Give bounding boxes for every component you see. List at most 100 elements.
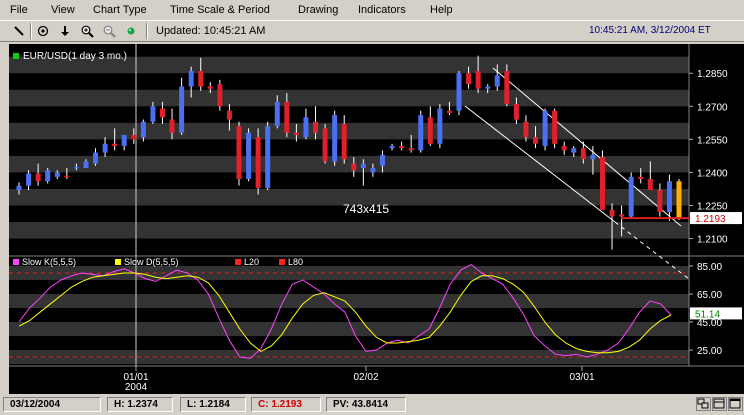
candle-body: [73, 166, 79, 169]
candle-body: [351, 163, 357, 171]
toolbar: Updated: 10:45:21 AM 10:45:21 AM, 3/12/2…: [0, 20, 744, 42]
candle-body: [150, 106, 156, 122]
chart-area[interactable]: 1.2850 1.2700 1.2550 1.2400 1.2250 1.2100 01/0…: [9, 44, 744, 394]
indicator-tick-label: 85.00: [697, 262, 722, 273]
candle-body: [16, 185, 22, 191]
price-tick-label: 1.2850: [697, 69, 728, 80]
clock-label: 10:45:21 AM, 3/12/2004 ET: [589, 25, 711, 36]
price-tick-label: 1.2250: [697, 202, 728, 213]
status-bar: 03/12/2004 H: 1.2374 L: 1.2184 C: 1.2193…: [0, 394, 744, 415]
candle-body: [131, 134, 137, 140]
candle-body: [408, 148, 414, 151]
price-band: [9, 222, 689, 239]
candle-body: [246, 132, 252, 180]
price-tick-label: 1.2700: [697, 102, 728, 113]
candle-body: [494, 75, 500, 87]
candle-body: [274, 101, 280, 127]
candle-body: [188, 71, 194, 87]
candle-body: [284, 101, 290, 133]
chart-title: EUR/USD(1 day 3 mo.): [23, 51, 127, 62]
candle-body: [609, 209, 615, 217]
menu-time-scale[interactable]: Time Scale & Period: [170, 4, 270, 16]
candle-body: [207, 86, 213, 89]
green-dot-icon[interactable]: [122, 23, 140, 39]
line-draw-icon[interactable]: [10, 23, 28, 39]
candle-body: [93, 152, 99, 164]
candle-body: [427, 117, 433, 144]
menu-file[interactable]: File: [10, 4, 28, 16]
candle-body: [313, 121, 319, 133]
candle-body: [169, 119, 175, 133]
candle-body: [236, 126, 242, 180]
chart-canvas[interactable]: 1.28501.27001.25501.24001.22501.210001/0…: [9, 44, 744, 394]
legend-label: Slow D(5,5,5): [124, 257, 179, 267]
zoom-in-icon[interactable]: [78, 23, 96, 39]
maximize-chart-icon[interactable]: [728, 397, 743, 411]
candle-body: [389, 145, 395, 149]
status-close: C: 1.2193: [251, 397, 321, 412]
candle-body: [676, 181, 682, 219]
menu-view[interactable]: View: [51, 4, 75, 16]
candle-body: [590, 154, 596, 160]
legend-label: L80: [288, 257, 303, 267]
status-low: L: 1.2184: [180, 397, 246, 412]
legend-label: L20: [244, 257, 259, 267]
legend-label: Slow K(5,5,5): [22, 257, 76, 267]
cascade-windows-icon[interactable]: [712, 397, 727, 411]
down-arrow-icon[interactable]: [56, 23, 74, 39]
candle-body: [485, 86, 491, 89]
price-tick-label: 1.2400: [697, 168, 728, 179]
candle-body: [571, 148, 577, 153]
candle-body: [293, 132, 299, 135]
indicator-tick-label: 65.00: [697, 290, 722, 301]
candle-body: [121, 134, 127, 146]
candle-body: [379, 154, 385, 166]
candle-body: [523, 121, 529, 138]
tile-windows-icon[interactable]: [696, 397, 711, 411]
candle-body: [456, 73, 462, 111]
candle-body: [647, 179, 653, 191]
candle-body: [437, 108, 443, 144]
updated-label: Updated: 10:45:21 AM: [156, 25, 266, 37]
menu-drawing[interactable]: Drawing: [298, 4, 338, 16]
price-band: [9, 89, 689, 107]
candle-body: [64, 175, 70, 178]
last-price-label: 1.2193: [695, 214, 726, 225]
date-tick-label: 2004: [125, 382, 148, 393]
menu-bar: File View Chart Type Time Scale & Period…: [0, 0, 744, 20]
candle-body: [580, 148, 586, 160]
legend-marker: [13, 259, 19, 265]
menu-help[interactable]: Help: [430, 4, 453, 16]
legend-marker: [279, 259, 285, 265]
toolbar-separator: [30, 23, 32, 39]
candle-body: [561, 145, 567, 151]
candle-body: [466, 73, 472, 85]
price-band: [9, 155, 689, 173]
status-pv: PV: 43.8414: [326, 397, 406, 412]
candle-body: [360, 163, 366, 169]
indicator-tick-label: 25.00: [697, 346, 722, 357]
toolbar-separator: [146, 23, 148, 39]
candle-body: [628, 176, 634, 217]
candle-body: [542, 110, 548, 146]
candle-body: [513, 104, 519, 120]
title-marker: [13, 53, 19, 59]
candle-body: [159, 108, 165, 118]
menu-chart-type[interactable]: Chart Type: [93, 4, 147, 16]
candle-body: [475, 71, 481, 89]
candle-body: [533, 137, 539, 144]
price-band: [9, 122, 689, 140]
candle-body: [370, 168, 376, 173]
candle-body: [599, 157, 605, 210]
candle-body: [619, 214, 625, 217]
crosshair-icon[interactable]: [34, 23, 52, 39]
candle-body: [54, 172, 60, 177]
candle-body: [504, 71, 510, 105]
candle-body: [102, 143, 108, 153]
candle-body: [657, 190, 663, 213]
candle-body: [179, 86, 185, 133]
candle-body: [399, 145, 405, 149]
indicator-band: [9, 322, 689, 336]
menu-indicators[interactable]: Indicators: [358, 4, 406, 16]
zoom-out-icon[interactable]: [100, 23, 118, 39]
